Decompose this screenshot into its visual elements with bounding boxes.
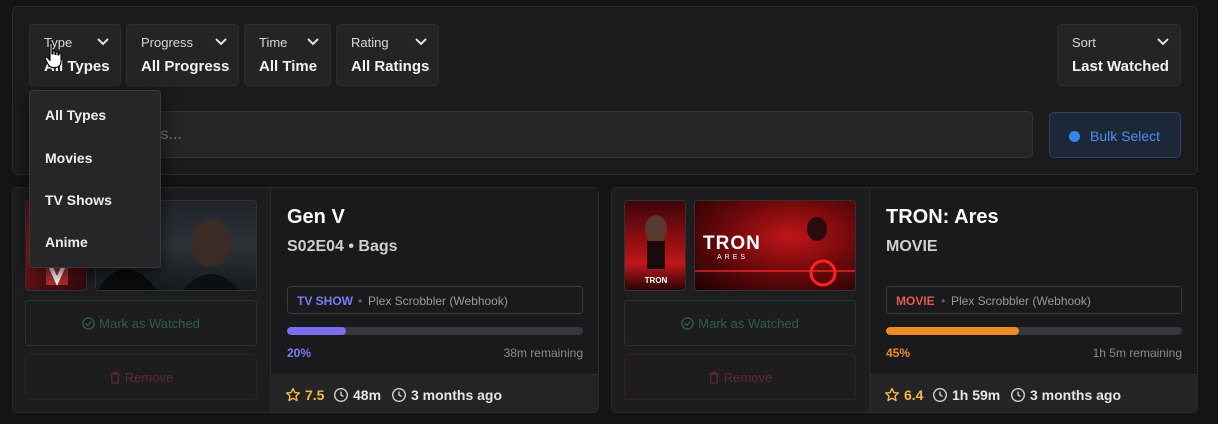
chevron-down-icon — [215, 38, 227, 46]
last-watched-value: 3 months ago — [1030, 387, 1122, 403]
type-badge: TV SHOW — [297, 294, 353, 308]
source-name: Plex Scrobbler (Webhook) — [951, 294, 1091, 308]
source-separator: • — [358, 294, 363, 308]
dropdown-option-movies[interactable]: Movies — [45, 150, 92, 166]
runtime-value: 1h 59m — [952, 387, 1001, 403]
sort-label: Sort — [1072, 35, 1096, 50]
remove-button[interactable]: Remove — [25, 354, 257, 400]
check-circle-icon — [681, 317, 694, 330]
progress-filter[interactable]: Progress All Progress — [126, 24, 239, 86]
card-title[interactable]: TRON: Ares — [886, 206, 999, 229]
dropdown-option-anime[interactable]: Anime — [45, 234, 88, 250]
clock-icon — [1010, 387, 1026, 403]
chevron-down-icon — [307, 38, 319, 46]
dropdown-option-all-types[interactable]: All Types — [45, 107, 106, 123]
clock-icon — [391, 387, 407, 403]
bulk-select-button[interactable]: Bulk Select — [1049, 112, 1181, 158]
mark-as-watched-label: Mark as Watched — [99, 316, 200, 331]
rating-filter-label: Rating — [351, 35, 389, 50]
sort-dropdown[interactable]: Sort Last Watched — [1057, 24, 1181, 86]
time-filter-value: All Time — [259, 58, 318, 75]
trash-icon — [708, 371, 719, 384]
card-title[interactable]: Gen V — [287, 206, 345, 229]
backdrop-logo-subtitle: ARES — [717, 254, 748, 261]
rating-filter-value: All Ratings — [351, 58, 430, 75]
backdrop-art-icon: TRON ARES — [695, 217, 855, 287]
bulk-select-dot-icon — [1069, 131, 1080, 142]
check-circle-icon — [82, 317, 95, 330]
time-filter-label: Time — [259, 35, 288, 50]
type-badge: MOVIE — [896, 294, 935, 308]
poster-logo: TRON — [645, 276, 668, 285]
mark-as-watched-button[interactable]: Mark as Watched — [624, 300, 856, 346]
star-icon — [885, 387, 899, 402]
card-details: Gen V S02E04 • Bags TV SHOW • Plex Scrob… — [270, 188, 598, 412]
progress-fill — [287, 327, 347, 335]
progress-percent: 45% — [886, 346, 911, 360]
last-watched-value: 3 months ago — [411, 387, 503, 403]
time-remaining: 38m remaining — [503, 346, 583, 360]
time-filter[interactable]: Time All Time — [244, 24, 331, 86]
dropdown-option-tv-shows[interactable]: TV Shows — [45, 192, 112, 208]
remove-label: Remove — [723, 370, 773, 385]
poster-image[interactable]: TRON — [624, 200, 686, 291]
progress-filter-value: All Progress — [141, 58, 230, 75]
backdrop-logo-title: TRON — [703, 233, 761, 254]
mark-as-watched-label: Mark as Watched — [698, 316, 799, 331]
poster-art-icon: TRON — [645, 215, 668, 285]
clock-icon — [333, 387, 349, 403]
remove-button[interactable]: Remove — [624, 354, 856, 400]
rating-filter[interactable]: Rating All Ratings — [336, 24, 439, 86]
chevron-down-icon — [1157, 38, 1169, 46]
progress-bar — [886, 327, 1182, 335]
time-remaining: 1h 5m remaining — [1092, 346, 1182, 360]
chevron-down-icon — [415, 38, 427, 46]
remove-label: Remove — [124, 370, 174, 385]
progress-fill — [886, 327, 1020, 335]
rating-value: 7.5 — [305, 387, 325, 403]
history-card: TRON TRON ARES Mark as Watched Remove TR… — [611, 187, 1198, 413]
card-details: TRON: Ares MOVIE MOVIE • Plex Scrobbler … — [869, 188, 1197, 412]
mark-as-watched-button[interactable]: Mark as Watched — [25, 300, 257, 346]
search-input[interactable]: s, episodes, apps... — [29, 111, 1033, 158]
source-badge: TV SHOW • Plex Scrobbler (Webhook) — [287, 286, 583, 314]
star-icon — [286, 387, 300, 402]
chevron-down-icon — [97, 38, 109, 46]
card-footer: 6.4 1h 59m 3 months ago — [870, 374, 1197, 412]
filter-panel: Type All Types Progress All Progress Tim… — [12, 6, 1198, 175]
card-media: TRON TRON ARES Mark as Watched Remove — [612, 188, 869, 412]
rating-value: 6.4 — [904, 387, 924, 403]
card-subtitle: MOVIE — [886, 238, 938, 255]
sort-value: Last Watched — [1072, 58, 1169, 75]
runtime-value: 48m — [353, 387, 382, 403]
card-footer: 7.5 48m 3 months ago — [271, 374, 598, 412]
clock-icon — [932, 387, 948, 403]
progress-percent: 20% — [287, 346, 312, 360]
source-separator: • — [941, 294, 946, 308]
type-dropdown-menu: All Types Movies TV Shows Anime — [29, 90, 161, 268]
source-name: Plex Scrobbler (Webhook) — [368, 294, 508, 308]
progress-filter-label: Progress — [141, 35, 194, 50]
card-subtitle: S02E04 • Bags — [287, 238, 398, 255]
type-filter[interactable]: Type All Types — [29, 24, 121, 86]
hand-cursor-icon — [44, 42, 62, 69]
trash-icon — [109, 371, 120, 384]
backdrop-image[interactable]: TRON ARES — [694, 200, 856, 291]
source-badge: MOVIE • Plex Scrobbler (Webhook) — [886, 286, 1182, 314]
bulk-select-label: Bulk Select — [1090, 128, 1161, 144]
progress-bar — [287, 327, 583, 335]
